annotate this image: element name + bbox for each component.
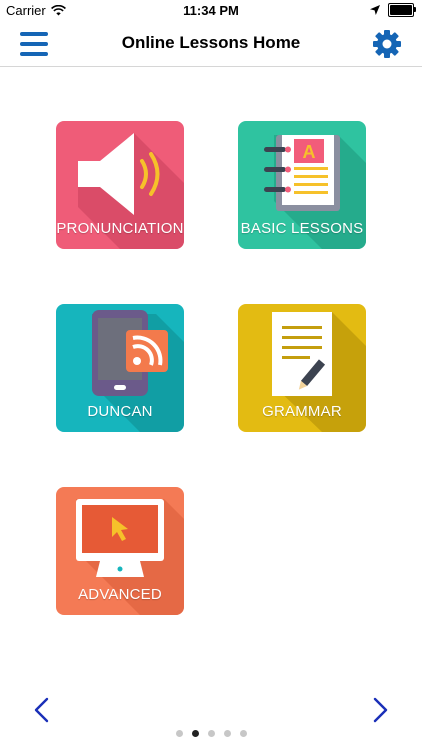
page-indicator[interactable] (0, 730, 422, 737)
page-title: Online Lessons Home (121, 33, 301, 52)
tile-label: PRONUNCIATION (56, 220, 184, 237)
page-dot[interactable] (223, 730, 231, 737)
navigation-bar: Online Lessons Home (0, 22, 422, 67)
page-dot[interactable] (175, 730, 183, 737)
previous-page-button[interactable] (30, 696, 54, 724)
page-dot[interactable] (239, 730, 247, 737)
chevron-right-icon (373, 697, 388, 723)
status-bar: Carrier 11:34 PM (0, 0, 422, 22)
svg-text:A: A (303, 142, 316, 162)
gear-icon (373, 30, 401, 58)
tile-advanced[interactable]: ADVANCED (56, 487, 184, 615)
tile-duncan[interactable]: DUNCAN (56, 304, 184, 432)
tile-label: DUNCAN (87, 403, 153, 420)
tile-grammar[interactable]: GRAMMAR (238, 304, 366, 432)
page-dot[interactable] (207, 730, 215, 737)
tile-label: BASIC LESSONS (240, 220, 364, 237)
page-dot-active[interactable] (191, 730, 199, 737)
tile-pronunciation[interactable]: PRONUNCIATION (56, 121, 184, 249)
status-time: 11:34 PM (183, 3, 239, 18)
next-page-button[interactable] (368, 696, 392, 724)
tile-label: ADVANCED (78, 586, 162, 603)
chevron-left-icon (34, 697, 49, 723)
tile-label: GRAMMAR (262, 403, 342, 420)
tile-basic-lessons[interactable]: A BASIC LESSONS (238, 121, 366, 249)
battery-icon (388, 3, 416, 17)
settings-button[interactable] (372, 29, 402, 59)
location-arrow-icon (370, 5, 380, 15)
